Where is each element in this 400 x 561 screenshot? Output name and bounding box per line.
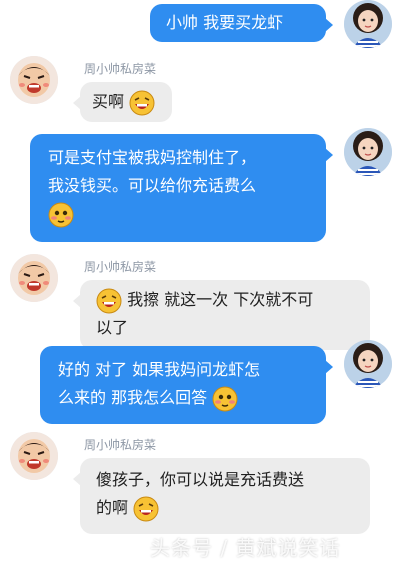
message-text-line: 的啊 — [96, 498, 129, 517]
chat-bubble-incoming[interactable]: 我擦 就这一次 下次就不可 以了 — [73, 280, 370, 350]
blushing-emoji-icon — [212, 385, 238, 412]
contact-avatar[interactable] — [10, 254, 58, 302]
user-avatar[interactable] — [344, 128, 392, 176]
chat-bubble-outgoing[interactable]: 小帅 我要买龙虾 — [150, 4, 333, 42]
chat-bubble-incoming[interactable]: 傻孩子，你可以说是充话费送 的啊 — [73, 458, 370, 534]
laughing-emoji-icon — [133, 495, 159, 522]
sender-name: 周小帅私房菜 — [84, 62, 157, 76]
message-text-line: 我没钱买。可以给你充话费么 — [48, 176, 257, 195]
blushing-emoji-icon — [48, 201, 74, 228]
message-text-line: 傻孩子，你可以说是充话费送 — [96, 470, 305, 489]
message-text-line: 好的 对了 如果我妈问龙虾怎 — [58, 360, 261, 379]
message-text-line: 以了 — [96, 318, 129, 337]
message-text-line: 么来的 那我怎么回答 — [58, 388, 208, 407]
message-text-line: 我擦 就这一次 下次就不可 — [127, 290, 314, 309]
sender-name: 周小帅私房菜 — [84, 438, 157, 452]
message-text: 买啊 — [92, 92, 125, 111]
user-avatar[interactable] — [344, 0, 392, 48]
message-text-line: 可是支付宝被我妈控制住了， — [48, 148, 257, 167]
message-text: 小帅 我要买龙虾 — [166, 13, 284, 32]
chat-bubble-outgoing[interactable]: 可是支付宝被我妈控制住了， 我没钱买。可以给你充话费么 — [30, 134, 333, 242]
chat-bubble-incoming[interactable]: 买啊 — [73, 82, 172, 122]
chat-bubble-outgoing[interactable]: 好的 对了 如果我妈问龙虾怎 么来的 那我怎么回答 — [40, 346, 333, 424]
sender-name: 周小帅私房菜 — [84, 260, 157, 274]
laughing-emoji-icon — [129, 89, 155, 116]
grinning-emoji-icon — [96, 287, 122, 314]
watermark: 头条号 / 黄斌说笑话 — [150, 536, 341, 560]
contact-avatar[interactable] — [10, 432, 58, 480]
contact-avatar[interactable] — [10, 56, 58, 104]
user-avatar[interactable] — [344, 340, 392, 388]
